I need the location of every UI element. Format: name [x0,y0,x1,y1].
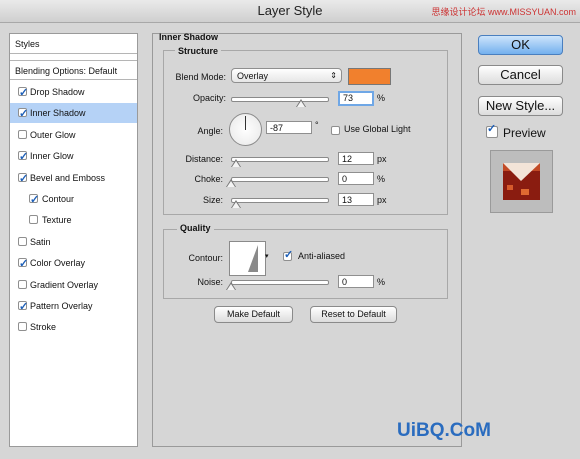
sidebar-item-inner-shadow[interactable]: Inner Shadow [10,103,137,124]
noise-field[interactable]: 0 [338,275,374,288]
sidebar-item-satin[interactable]: Satin [10,232,137,252]
sidebar-checkbox[interactable] [29,215,38,225]
angle-dial[interactable] [229,113,262,146]
sidebar-item-outer-glow[interactable]: Outer Glow [10,125,137,145]
sidebar-item-label: Color Overlay [30,258,86,269]
sidebar-checkbox[interactable] [18,279,27,289]
sidebar-item-label: Pattern Overlay [30,301,93,311]
noise-slider-knob[interactable] [226,282,236,291]
size-slider-knob[interactable] [230,200,241,209]
angle-needle [245,116,246,130]
size-field[interactable]: 13 [338,193,374,206]
reset-default-button[interactable]: Reset to Default [310,306,397,323]
sidebar-item-label: Satin [30,236,51,247]
preview-thumbnail [490,150,553,213]
opacity-slider-knob[interactable] [296,99,307,108]
blend-mode-value: Overlay [237,71,269,81]
sidebar-checkbox[interactable] [18,322,27,332]
preview-checkbox[interactable] [486,122,498,138]
opacity-label: Opacity: [192,93,226,103]
choke-unit: % [377,174,386,184]
distance-unit: px [377,154,387,164]
anti-aliased-label: Anti-aliased [298,251,346,261]
shadow-color-swatch[interactable] [348,68,391,85]
sidebar-checkbox[interactable] [18,236,27,246]
sidebar-checkbox[interactable] [18,147,28,167]
ok-button[interactable]: OK [478,35,563,55]
contour-label: Contour: [188,253,223,263]
sidebar-item-label: Inner Shadow [30,108,86,119]
sidebar-item-pattern-overlay[interactable]: Pattern Overlay [10,296,137,317]
window-title: Layer Style [257,3,323,18]
opacity-unit: % [377,93,386,103]
distance-label: Distance: [185,154,223,164]
sidebar-item-label: Outer Glow [30,129,76,140]
choke-slider-knob[interactable] [226,179,236,188]
distance-slider[interactable] [231,157,329,162]
global-light-label: Use Global Light [344,124,411,134]
contour-dropdown-icon[interactable]: ▾ [265,252,269,260]
chevron-updown-icon: ⇕ [330,71,337,80]
quality-title: Quality [177,223,214,233]
sidebar-item-gradient-overlay[interactable]: Gradient Overlay [10,275,137,295]
structure-title: Structure [175,46,222,56]
sidebar-item-label: Contour [42,194,75,204]
distance-field[interactable]: 12 [338,152,374,165]
blending-options[interactable]: Blending Options: Default [10,60,137,80]
choke-label: Choke: [194,174,223,184]
sidebar-checkbox[interactable] [18,254,28,274]
sidebar-item-label: Inner Glow [30,151,74,162]
sidebar-checkbox[interactable] [29,190,39,210]
sidebar-checkbox[interactable] [18,104,28,124]
sidebar-checkbox[interactable] [18,83,28,103]
sidebar-item-drop-shadow[interactable]: Drop Shadow [10,82,137,103]
angle-label: Angle: [197,126,223,136]
new-style-button[interactable]: New Style... [478,96,563,116]
watermark-bottom: UiBQ.CoM [397,420,491,441]
noise-slider[interactable] [231,280,329,285]
preview-label: Preview [503,126,546,140]
blend-mode-select[interactable]: Overlay ⇕ [231,68,342,83]
sidebar-item-contour[interactable]: Contour [10,189,137,210]
panel-title: Inner Shadow [159,32,219,42]
angle-field[interactable]: -87 [266,121,312,134]
sidebar-item-label: Drop Shadow [30,87,85,97]
size-slider[interactable] [231,198,329,203]
blend-mode-label: Blend Mode: [175,72,226,82]
sidebar-item-stroke[interactable]: Stroke [10,317,137,337]
sidebar-checkbox[interactable] [18,129,27,139]
sidebar-checkbox[interactable] [18,297,28,317]
sidebar-item-bevel-and-emboss[interactable]: Bevel and Emboss [10,168,137,189]
anti-aliased-checkbox[interactable] [283,248,293,261]
sidebar-item-color-overlay[interactable]: Color Overlay [10,253,137,274]
sidebar-item-label: Stroke [30,322,57,333]
sidebar-checkbox[interactable] [18,169,28,189]
sidebar-item-texture[interactable]: Texture [10,210,137,230]
styles-header[interactable]: Styles [10,34,137,54]
quality-group [163,229,448,299]
sidebar-item-label: Bevel and Emboss [30,172,106,183]
sidebar-item-label: Texture [42,215,72,226]
opacity-slider[interactable] [231,97,329,102]
watermark-top: 思缘设计论坛 www.MISSYUAN.com [431,7,576,17]
size-unit: px [377,195,387,205]
opacity-field[interactable]: 73 [338,91,374,106]
make-default-button[interactable]: Make Default [214,306,293,323]
preview-swatch-icon [503,163,540,200]
styles-sidebar: Styles Blending Options: Default Drop Sh… [9,33,138,447]
noise-label: Noise: [197,277,223,287]
sidebar-item-label: Gradient Overlay [30,279,99,290]
inner-shadow-panel: Inner Shadow Structure Blend Mode: Overl… [152,32,462,447]
contour-picker[interactable] [229,241,266,276]
choke-slider[interactable] [231,177,329,182]
contour-curve-icon [233,245,258,272]
global-light-checkbox[interactable] [331,126,340,135]
noise-unit: % [377,277,386,287]
size-label: Size: [202,195,223,205]
choke-field[interactable]: 0 [338,172,374,185]
sidebar-item-inner-glow[interactable]: Inner Glow [10,146,137,167]
distance-slider-knob[interactable] [230,159,241,168]
angle-unit: ° [315,120,319,130]
cancel-button[interactable]: Cancel [478,65,563,85]
